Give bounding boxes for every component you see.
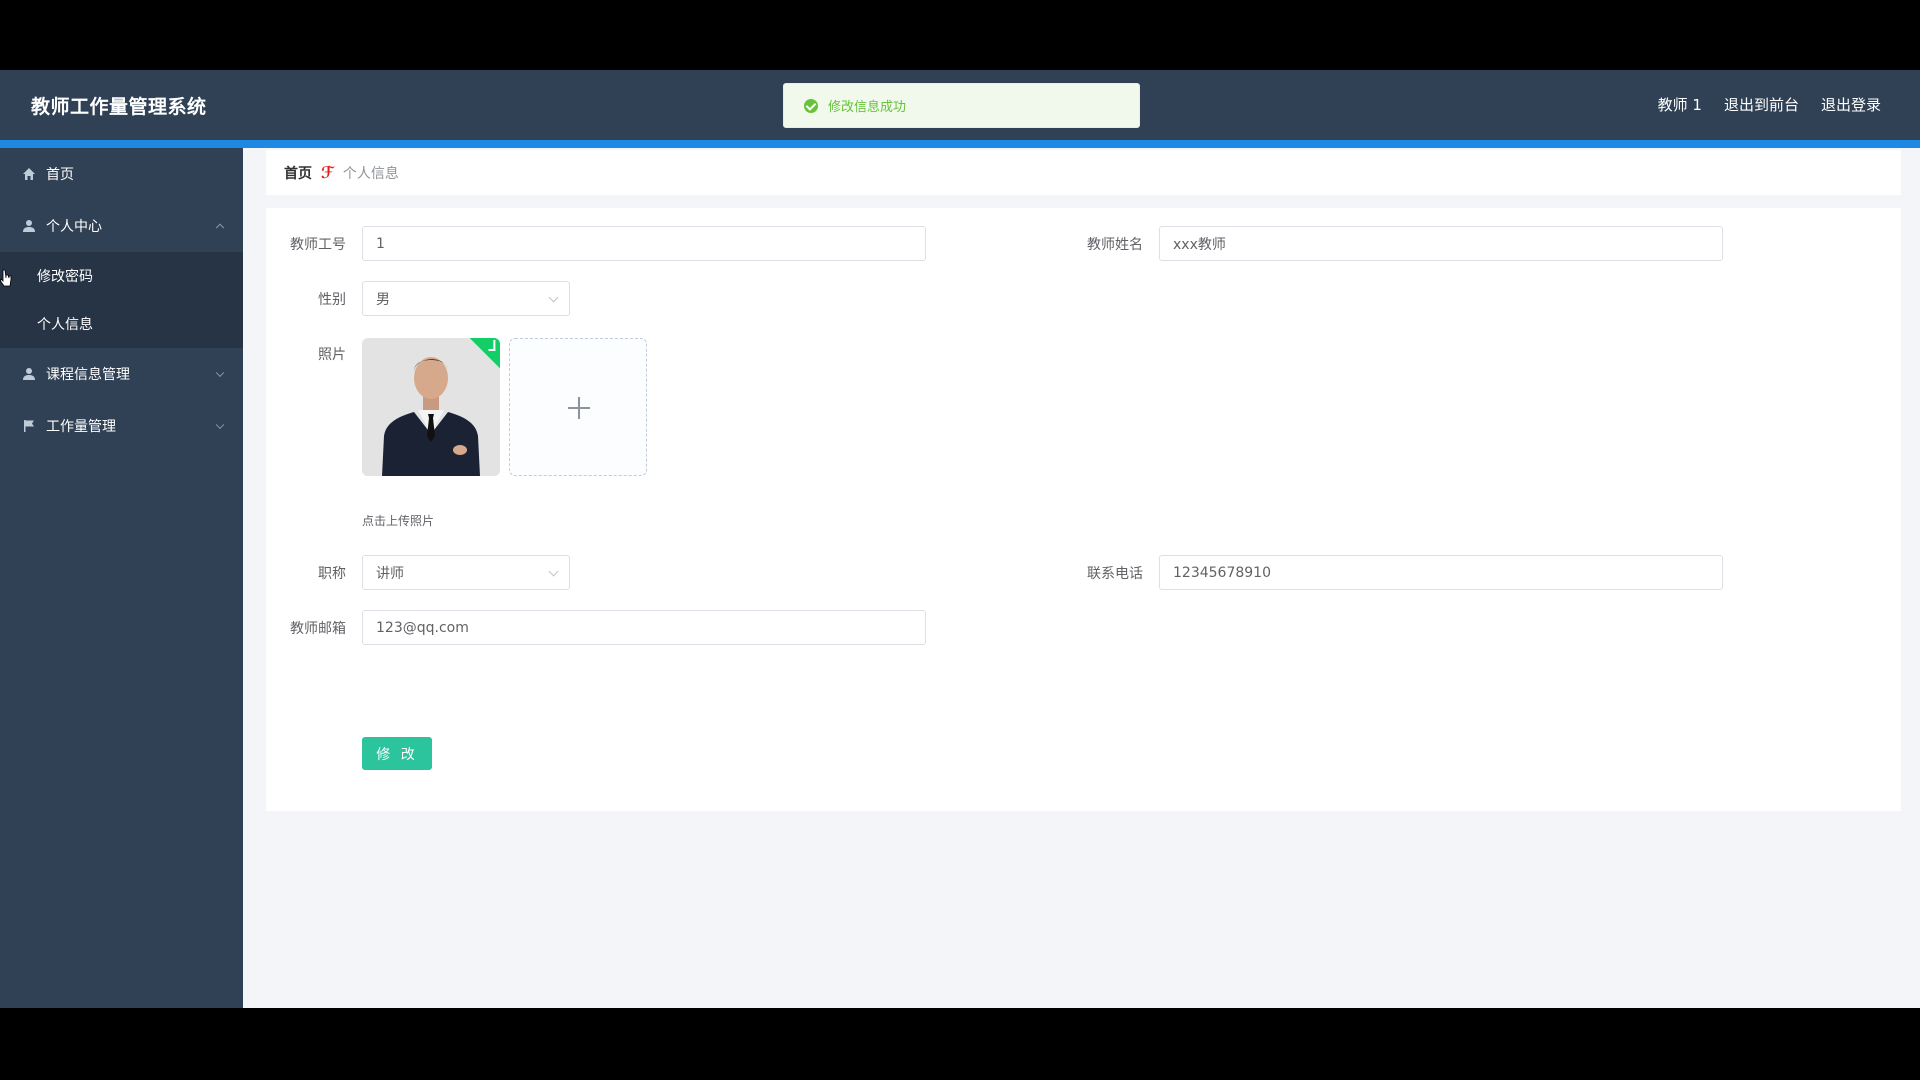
user-icon bbox=[22, 219, 36, 233]
current-user[interactable]: 教师 1 bbox=[1658, 94, 1702, 115]
logout-link[interactable]: 退出登录 bbox=[1821, 94, 1881, 115]
title-select[interactable]: 讲师 bbox=[362, 555, 570, 590]
toast-message: 修改信息成功 bbox=[828, 100, 907, 115]
teacher-no-input[interactable]: 1 bbox=[362, 226, 926, 261]
breadcrumb-separator-icon: ℱ bbox=[321, 163, 334, 182]
header-accent-bar bbox=[0, 140, 1920, 148]
success-check-icon bbox=[804, 98, 818, 113]
sidebar-item-personal-info[interactable]: 个人信息 bbox=[0, 300, 243, 348]
gender-value: 男 bbox=[376, 291, 390, 308]
flag-icon bbox=[22, 419, 36, 433]
home-icon bbox=[22, 167, 36, 181]
teacher-no-label: 教师工号 bbox=[290, 237, 346, 253]
photo-upload-button[interactable] bbox=[509, 338, 647, 476]
teacher-name-label: 教师姓名 bbox=[1087, 237, 1143, 253]
modify-button[interactable]: 修 改 bbox=[362, 737, 432, 770]
chevron-down-icon bbox=[215, 368, 225, 378]
user-icon bbox=[22, 367, 36, 381]
sidebar-item-personal-center[interactable]: 个人中心 bbox=[0, 200, 243, 252]
app-window: 教师工作量管理系统 修改信息成功 教师 1 退出到前台 退出登录 首页 个人中心 bbox=[0, 70, 1920, 1008]
sidebar-item-label: 课程信息管理 bbox=[46, 367, 130, 383]
sidebar-item-label: 工作量管理 bbox=[46, 419, 116, 435]
photo-thumbnail[interactable] bbox=[362, 338, 500, 476]
phone-label: 联系电话 bbox=[1087, 566, 1143, 582]
title-value: 讲师 bbox=[376, 565, 404, 582]
email-input[interactable]: 123@qq.com bbox=[362, 610, 926, 645]
success-toast: 修改信息成功 bbox=[783, 83, 1140, 128]
chevron-up-icon bbox=[215, 223, 225, 233]
sidebar-item-label: 个人中心 bbox=[46, 219, 102, 235]
gender-label: 性别 bbox=[318, 292, 346, 308]
chevron-down-icon bbox=[548, 566, 559, 577]
sidebar-item-workload-management[interactable]: 工作量管理 bbox=[0, 400, 243, 452]
mouse-pointer-icon bbox=[0, 269, 12, 287]
personal-info-form: 教师工号 1 教师姓名 xxx教师 性别 男 照片 点击上传照片 职称 讲师 联… bbox=[266, 208, 1901, 811]
sidebar-item-label: 首页 bbox=[46, 167, 74, 183]
teacher-name-input[interactable]: xxx教师 bbox=[1159, 226, 1723, 261]
breadcrumb-current: 个人信息 bbox=[342, 165, 399, 182]
sidebar-item-home[interactable]: 首页 bbox=[0, 148, 243, 200]
app-title: 教师工作量管理系统 bbox=[31, 96, 207, 118]
chevron-down-icon bbox=[215, 420, 225, 430]
gender-select[interactable]: 男 bbox=[362, 281, 570, 316]
personal-center-submenu: 修改密码 个人信息 bbox=[0, 252, 243, 348]
sidebar: 首页 个人中心 修改密码 个人信息 课程信息管理 工作量管理 bbox=[0, 148, 243, 1008]
photo-label: 照片 bbox=[318, 347, 346, 363]
breadcrumb-home[interactable]: 首页 bbox=[284, 163, 312, 183]
header-actions: 教师 1 退出到前台 退出登录 bbox=[1658, 94, 1881, 115]
phone-input[interactable]: 12345678910 bbox=[1159, 555, 1723, 590]
title-label: 职称 bbox=[318, 566, 346, 582]
email-label: 教师邮箱 bbox=[290, 621, 346, 637]
breadcrumb: 首页 ℱ 个人信息 bbox=[266, 150, 1901, 195]
sidebar-item-change-password[interactable]: 修改密码 bbox=[0, 252, 243, 300]
back-to-frontend-link[interactable]: 退出到前台 bbox=[1724, 94, 1799, 115]
chevron-down-icon bbox=[548, 292, 559, 303]
top-header: 教师工作量管理系统 修改信息成功 教师 1 退出到前台 退出登录 bbox=[0, 70, 1920, 140]
sidebar-item-course-management[interactable]: 课程信息管理 bbox=[0, 348, 243, 400]
teacher-portrait-image bbox=[362, 338, 500, 476]
upload-tip: 点击上传照片 bbox=[362, 514, 435, 528]
